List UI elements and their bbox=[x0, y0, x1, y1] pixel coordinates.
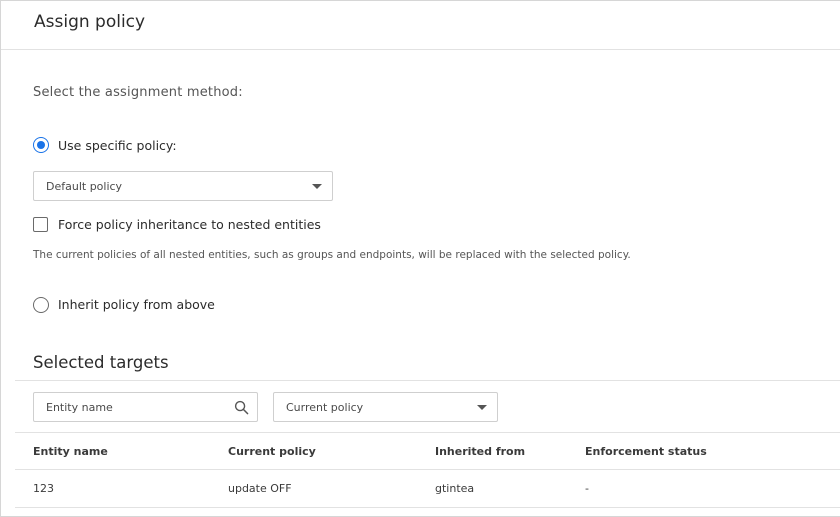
use-specific-policy-radio[interactable] bbox=[33, 137, 49, 153]
table-row[interactable]: 123 update OFF gtintea - bbox=[15, 470, 840, 508]
column-header-inherited-from[interactable]: Inherited from bbox=[435, 445, 525, 458]
search-icon[interactable] bbox=[234, 400, 249, 415]
dialog-header: Assign policy bbox=[1, 1, 840, 50]
column-header-enforcement-status[interactable]: Enforcement status bbox=[585, 445, 707, 458]
inherit-policy-radio[interactable] bbox=[33, 297, 49, 313]
selected-targets-title: Selected targets bbox=[33, 353, 169, 372]
force-inheritance-checkbox[interactable] bbox=[33, 217, 48, 232]
page-title: Assign policy bbox=[34, 12, 146, 32]
chevron-down-icon bbox=[477, 405, 487, 410]
chevron-down-icon bbox=[312, 184, 322, 189]
use-specific-policy-label[interactable]: Use specific policy: bbox=[58, 138, 177, 153]
force-inheritance-label[interactable]: Force policy inheritance to nested entit… bbox=[58, 217, 321, 232]
current-policy-filter-select[interactable]: Current policy bbox=[273, 392, 498, 422]
targets-table-header: Entity name Current policy Inherited fro… bbox=[15, 432, 840, 470]
cell-current-policy: update OFF bbox=[228, 482, 292, 495]
section-divider bbox=[15, 380, 840, 381]
column-header-current-policy[interactable]: Current policy bbox=[228, 445, 316, 458]
current-policy-filter-value: Current policy bbox=[286, 401, 364, 414]
cell-inherited-from: gtintea bbox=[435, 482, 475, 495]
inherit-policy-label[interactable]: Inherit policy from above bbox=[58, 297, 215, 312]
entity-name-search-input[interactable] bbox=[34, 393, 224, 421]
assignment-method-label: Select the assignment method: bbox=[33, 85, 243, 100]
cell-enforcement-status: - bbox=[585, 482, 589, 495]
policy-select[interactable]: Default policy bbox=[33, 171, 333, 201]
force-inheritance-help-text: The current policies of all nested entit… bbox=[33, 249, 631, 261]
policy-select-value: Default policy bbox=[46, 180, 123, 193]
entity-search-box bbox=[33, 392, 258, 422]
column-header-entity-name[interactable]: Entity name bbox=[33, 445, 108, 458]
cell-entity-name: 123 bbox=[33, 482, 54, 495]
